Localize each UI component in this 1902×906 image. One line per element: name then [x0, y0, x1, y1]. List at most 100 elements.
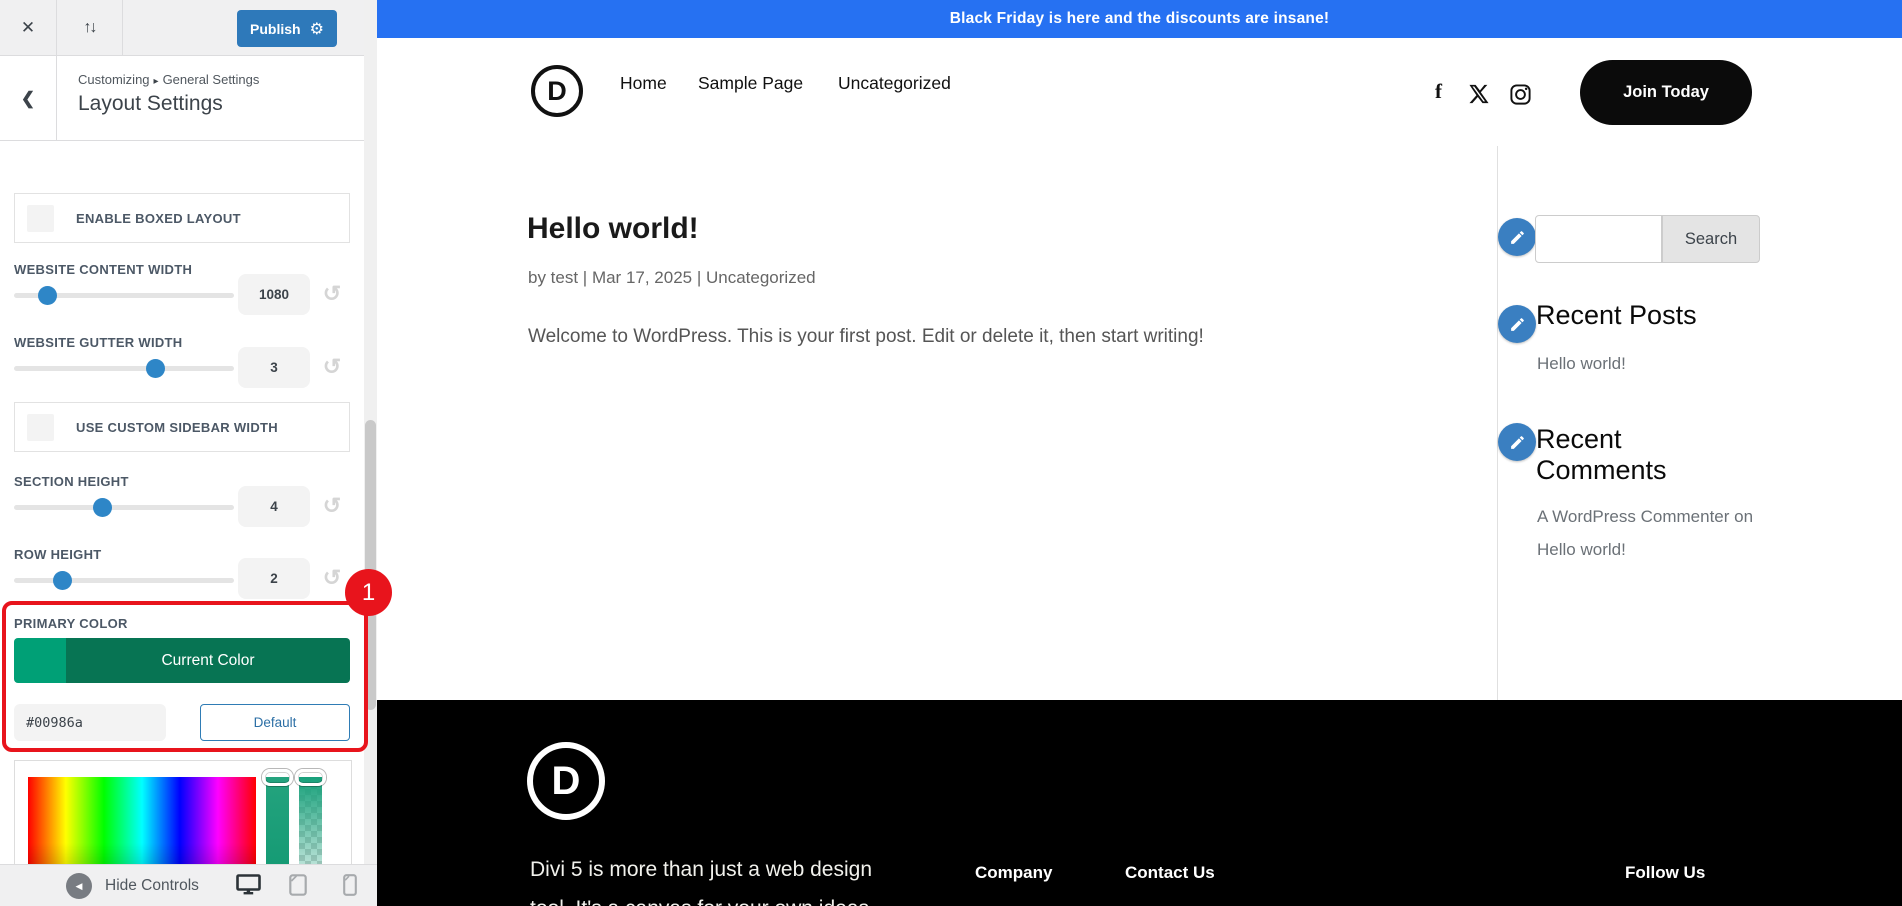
edit-recent-comments-button[interactable] — [1498, 423, 1536, 461]
nav-sample-page[interactable]: Sample Page — [698, 73, 803, 94]
phone-icon — [343, 874, 357, 896]
publish-button[interactable]: Publish ⚙ — [237, 10, 337, 47]
customizer-bottom-bar: ◀ Hide Controls — [0, 864, 377, 906]
alpha-slider-handle[interactable] — [295, 769, 326, 786]
recent-comments-title: Recent Comments — [1536, 424, 1721, 486]
footer-logo[interactable]: D — [527, 742, 605, 820]
hex-color-input[interactable] — [14, 704, 166, 741]
recent-post-link[interactable]: Hello world! — [1537, 354, 1626, 374]
search-button[interactable]: Search — [1662, 215, 1760, 263]
instagram-icon[interactable] — [1509, 83, 1532, 109]
scrollbar-thumb[interactable] — [365, 420, 376, 710]
join-today-button[interactable]: Join Today — [1580, 60, 1752, 125]
breadcrumb: Customizing ▸ General Settings — [78, 72, 259, 87]
reset-icon[interactable]: ↺ — [318, 492, 346, 520]
enable-boxed-layout-toggle[interactable]: ENABLE BOXED LAYOUT — [14, 193, 350, 243]
footer-column-follow: Follow Us — [1625, 863, 1705, 883]
footer-tagline-line1: Divi 5 is more than just a web design — [530, 858, 872, 882]
color-swatch — [14, 638, 66, 683]
checkbox[interactable] — [27, 205, 54, 232]
site-logo[interactable]: D — [531, 65, 583, 117]
footer-tagline-line2: tool. It's a canvas for your own ideas — [530, 897, 869, 906]
sidebar-divider — [1497, 146, 1498, 700]
custom-sidebar-width-toggle[interactable]: USE CUSTOM SIDEBAR WIDTH — [14, 402, 350, 452]
section-height-label: SECTION HEIGHT — [14, 474, 129, 489]
facebook-icon[interactable]: f — [1435, 79, 1442, 104]
edit-recent-posts-button[interactable] — [1498, 305, 1536, 343]
toggle-label: USE CUSTOM SIDEBAR WIDTH — [76, 420, 278, 435]
site-footer: D Divi 5 is more than just a web design … — [377, 700, 1902, 906]
chevron-left-icon: ❮ — [21, 89, 35, 108]
page-title: Layout Settings — [78, 92, 223, 116]
checkbox[interactable] — [27, 414, 54, 441]
content-width-label: WEBSITE CONTENT WIDTH — [14, 262, 192, 277]
nav-home[interactable]: Home — [620, 73, 667, 94]
reset-icon[interactable]: ↺ — [318, 280, 346, 308]
slider-knob[interactable] — [146, 359, 165, 378]
publish-label: Publish — [250, 21, 301, 37]
content-width-value[interactable]: 1080 — [238, 274, 310, 315]
back-button[interactable]: ❮ — [0, 56, 57, 141]
post-meta[interactable]: by test | Mar 17, 2025 | Uncategorized — [528, 268, 816, 288]
phone-preview-button[interactable] — [343, 874, 357, 899]
tablet-preview-button[interactable] — [289, 874, 307, 899]
x-twitter-icon[interactable] — [1468, 83, 1490, 108]
hide-controls-label: Hide Controls — [105, 877, 199, 895]
current-color-button[interactable]: Current Color — [14, 638, 350, 683]
screen: ✕ ↑↓ Publish ⚙ ❮ Customizing ▸ General Set… — [0, 0, 1902, 906]
post-body: Welcome to WordPress. This is your first… — [528, 326, 1204, 348]
toggle-label: ENABLE BOXED LAYOUT — [76, 211, 241, 226]
breadcrumb-separator-icon: ▸ — [154, 76, 159, 87]
promo-banner: Black Friday is here and the discounts a… — [377, 0, 1902, 38]
customizer-topbar: ✕ ↑↓ Publish ⚙ — [0, 0, 364, 56]
slider-knob[interactable] — [93, 498, 112, 517]
gear-icon: ⚙ — [310, 19, 324, 39]
panel-scrollbar[interactable] — [364, 0, 377, 906]
desktop-icon — [236, 874, 261, 896]
customizer-panel: ✕ ↑↓ Publish ⚙ ❮ Customizing ▸ General Set… — [0, 0, 364, 906]
tablet-icon — [289, 874, 307, 896]
gutter-width-value[interactable]: 3 — [238, 347, 310, 388]
footer-column-company: Company — [975, 863, 1052, 883]
slider-knob[interactable] — [38, 286, 57, 305]
site-header: D Home Sample Page Uncategorized f Join … — [377, 38, 1902, 128]
gutter-width-slider[interactable] — [14, 366, 234, 371]
pencil-icon — [1509, 316, 1526, 333]
panel-header: ❮ Customizing ▸ General Settings Layout Se… — [0, 56, 364, 141]
search-input[interactable] — [1535, 215, 1662, 263]
recent-comment-link[interactable]: A WordPress Commenter on Hello world! — [1537, 500, 1755, 566]
row-height-slider[interactable] — [14, 578, 234, 583]
row-height-value[interactable]: 2 — [238, 558, 310, 599]
pencil-icon — [1509, 229, 1526, 246]
annotation-number-badge: 1 — [345, 569, 392, 616]
pencil-icon — [1509, 434, 1526, 451]
desktop-preview-button[interactable] — [236, 874, 261, 899]
close-customizer-button[interactable]: ✕ — [0, 0, 57, 55]
default-color-button[interactable]: Default — [200, 704, 350, 741]
import-export-button[interactable]: ↑↓ — [57, 0, 123, 55]
primary-color-label: PRIMARY COLOR — [14, 616, 128, 631]
hide-controls-button[interactable]: ◀ Hide Controls — [66, 873, 199, 899]
section-height-slider[interactable] — [14, 505, 234, 510]
shade-slider-handle[interactable] — [262, 769, 293, 786]
current-color-label: Current Color — [66, 638, 350, 683]
reset-icon[interactable]: ↺ — [318, 353, 346, 381]
section-height-value[interactable]: 4 — [238, 486, 310, 527]
close-icon: ✕ — [21, 18, 35, 37]
site-content: Hello world! by test | Mar 17, 2025 | Un… — [377, 128, 1902, 700]
reset-icon[interactable]: ↺ — [318, 564, 346, 592]
content-width-slider[interactable] — [14, 293, 234, 298]
footer-column-contact: Contact Us — [1125, 863, 1215, 883]
site-preview: Black Friday is here and the discounts a… — [377, 0, 1902, 906]
collapse-arrow-icon: ◀ — [66, 873, 92, 899]
post-title[interactable]: Hello world! — [527, 212, 699, 246]
slider-knob[interactable] — [53, 571, 72, 590]
gutter-width-label: WEBSITE GUTTER WIDTH — [14, 335, 183, 350]
breadcrumb-root: Customizing — [78, 72, 150, 87]
up-down-arrows-icon: ↑↓ — [84, 19, 96, 36]
recent-posts-title: Recent Posts — [1536, 300, 1697, 331]
edit-search-widget-button[interactable] — [1498, 218, 1536, 256]
breadcrumb-section: General Settings — [163, 72, 260, 87]
nav-uncategorized[interactable]: Uncategorized — [838, 73, 951, 94]
row-height-label: ROW HEIGHT — [14, 547, 102, 562]
